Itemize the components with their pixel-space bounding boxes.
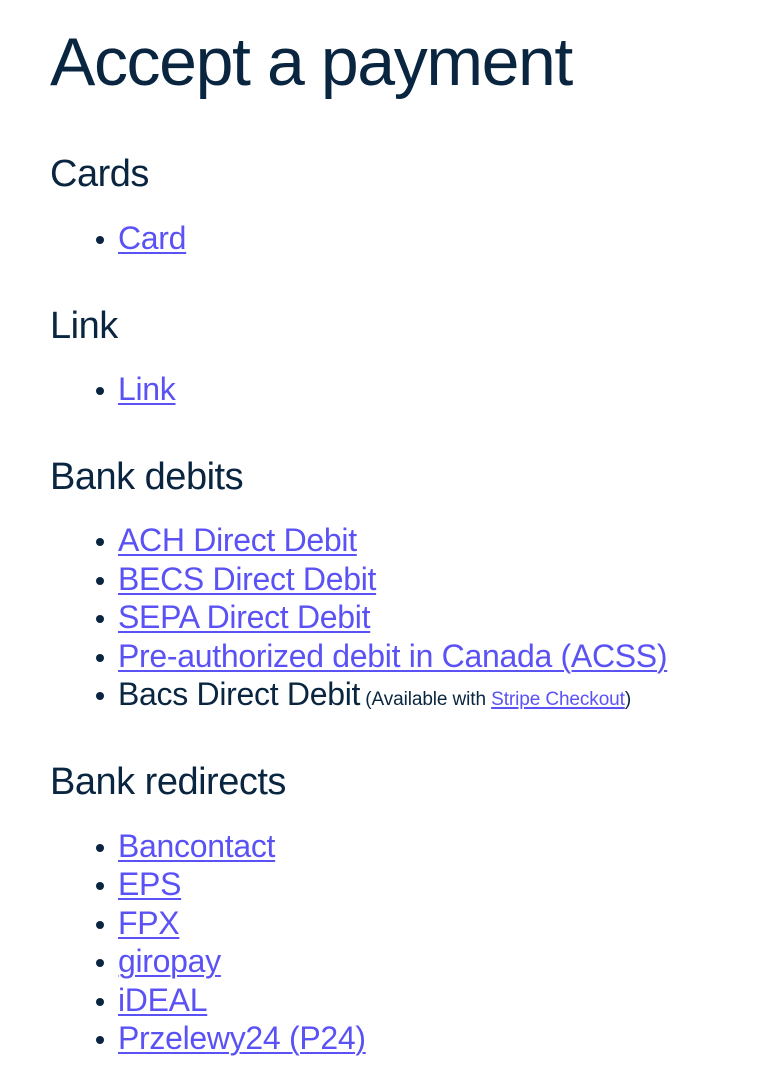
list-item: BECS Direct Debit (50, 560, 746, 599)
payment-method-label-bacs-direct-debit: Bacs Direct Debit (118, 676, 361, 713)
payment-method-link-link[interactable]: Link (118, 371, 176, 407)
availability-note-prefix: (Available with (365, 689, 492, 711)
list-item: iDEAL (50, 981, 746, 1020)
list-item: Card (50, 219, 746, 258)
list-item: Przelewy24 (P24) (50, 1019, 746, 1058)
section-heading-bank-debits: Bank debits (50, 455, 244, 498)
list-item: EPS (50, 865, 746, 904)
stripe-checkout-link[interactable]: Stripe Checkout (491, 689, 625, 710)
section-bank-debits: Bank debits ACH Direct Debit BECS Direct… (50, 456, 746, 720)
payment-method-link-becs-direct-debit[interactable]: BECS Direct Debit (118, 561, 376, 597)
payment-method-link-przelewy24[interactable]: Przelewy24 (P24) (118, 1020, 366, 1056)
section-cards: Cards Card (50, 153, 746, 257)
payment-method-link-pre-authorized-debit-canada-acss[interactable]: Pre-authorized debit in Canada (ACSS) (118, 638, 668, 674)
payment-method-link-card[interactable]: Card (118, 220, 186, 256)
list-item: Bancontact (50, 827, 746, 866)
list-item: SEPA Direct Debit (50, 598, 746, 637)
payment-method-link-eps[interactable]: EPS (118, 866, 181, 902)
section-link: Link Link (50, 305, 746, 409)
section-heading-bank-redirects: Bank redirects (50, 760, 286, 803)
list-item: FPX (50, 904, 746, 943)
list-item: Bacs Direct Debit (Available with Stripe… (50, 675, 746, 720)
list-item: Pre-authorized debit in Canada (ACSS) (50, 637, 746, 676)
list-item: giropay (50, 942, 746, 981)
payment-method-link-ach-direct-debit[interactable]: ACH Direct Debit (118, 522, 357, 558)
payment-method-link-bancontact[interactable]: Bancontact (118, 828, 275, 864)
payment-method-link-giropay[interactable]: giropay (118, 943, 221, 979)
payment-method-list-link: Link (50, 370, 746, 409)
payment-method-link-sepa-direct-debit[interactable]: SEPA Direct Debit (118, 599, 370, 635)
page-content: Accept a payment Cards Card Link Link Ba… (0, 0, 766, 1058)
page-title: Accept a payment (50, 24, 573, 100)
payment-method-list-cards: Card (50, 219, 746, 258)
payment-method-link-ideal[interactable]: iDEAL (118, 982, 208, 1018)
payment-method-link-fpx[interactable]: FPX (118, 905, 180, 941)
list-item: Link (50, 370, 746, 409)
section-bank-redirects: Bank redirects Bancontact EPS FPX giropa… (50, 761, 746, 1058)
section-heading-link: Link (50, 304, 118, 347)
list-item: ACH Direct Debit (50, 521, 746, 560)
section-heading-cards: Cards (50, 153, 149, 196)
payment-method-list-bank-debits: ACH Direct Debit BECS Direct Debit SEPA … (50, 521, 746, 720)
payment-method-list-bank-redirects: Bancontact EPS FPX giropay iDEAL Przelew… (50, 827, 746, 1058)
availability-note-suffix: ) (624, 689, 632, 711)
availability-note: (Available with Stripe Checkout) (360, 689, 631, 710)
